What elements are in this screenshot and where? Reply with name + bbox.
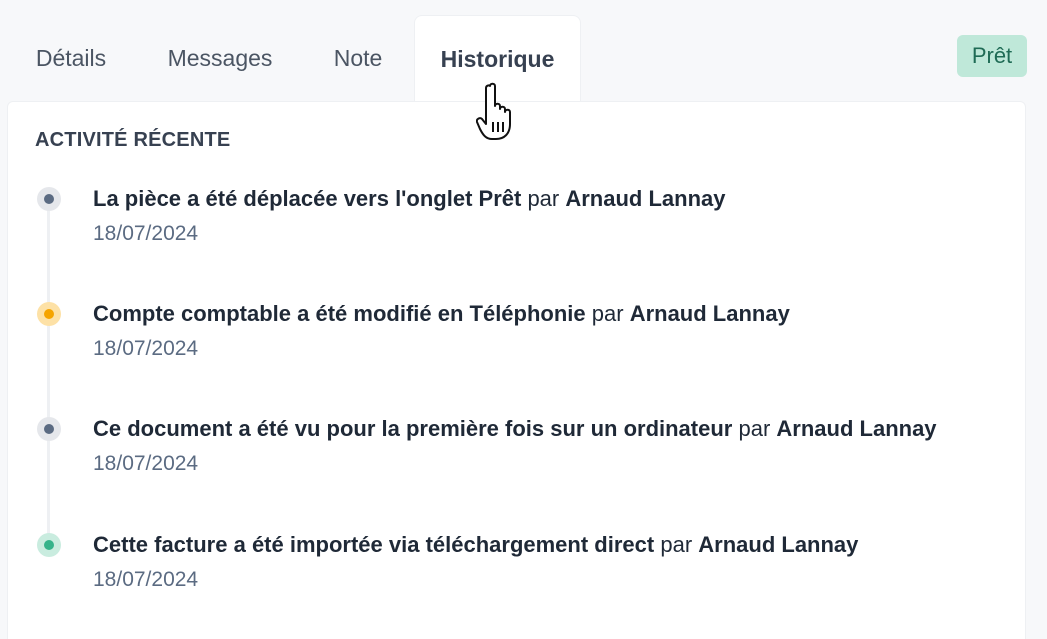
activity-item: Compte comptable a été modifié en Téléph… (0, 301, 1047, 371)
activity-message: Ce document a été vu pour la première fo… (93, 416, 937, 441)
hand-pointer-icon (476, 82, 511, 140)
activity-item: La pièce a été déplacée vers l'onglet Pr… (0, 186, 1047, 256)
tab-details-label: Détails (35, 45, 107, 71)
tab-messages[interactable]: Messages (150, 15, 290, 102)
activity-date: 18/07/2024 (93, 452, 199, 475)
tab-note[interactable]: Note (318, 15, 398, 102)
tab-note-label: Note (333, 45, 383, 71)
activity-item: Ce document a été vu pour la première fo… (0, 416, 1047, 486)
timeline-dot-icon (37, 417, 61, 441)
tab-historique-label: Historique (440, 46, 555, 72)
timeline-dot-icon (37, 533, 61, 557)
timeline-dot-icon (37, 187, 61, 211)
tab-messages-label: Messages (167, 45, 273, 71)
activity-date: 18/07/2024 (93, 337, 199, 360)
activity-message: Cette facture a été importée via télécha… (93, 532, 859, 557)
tab-details[interactable]: Détails (18, 15, 124, 102)
activity-message: Compte comptable a été modifié en Téléph… (93, 301, 790, 326)
activity-date: 18/07/2024 (93, 222, 199, 245)
timeline-dot-icon (37, 302, 61, 326)
section-title: ACTIVITÉ RÉCENTE (35, 129, 231, 151)
activity-view: Détails Messages Note Historique Prêt AC… (0, 0, 1047, 639)
activity-item: Cette facture a été importée via télécha… (0, 532, 1047, 602)
activity-message: La pièce a été déplacée vers l'onglet Pr… (93, 186, 726, 211)
activity-date: 18/07/2024 (93, 568, 199, 591)
status-badge[interactable]: Prêt (957, 35, 1027, 77)
